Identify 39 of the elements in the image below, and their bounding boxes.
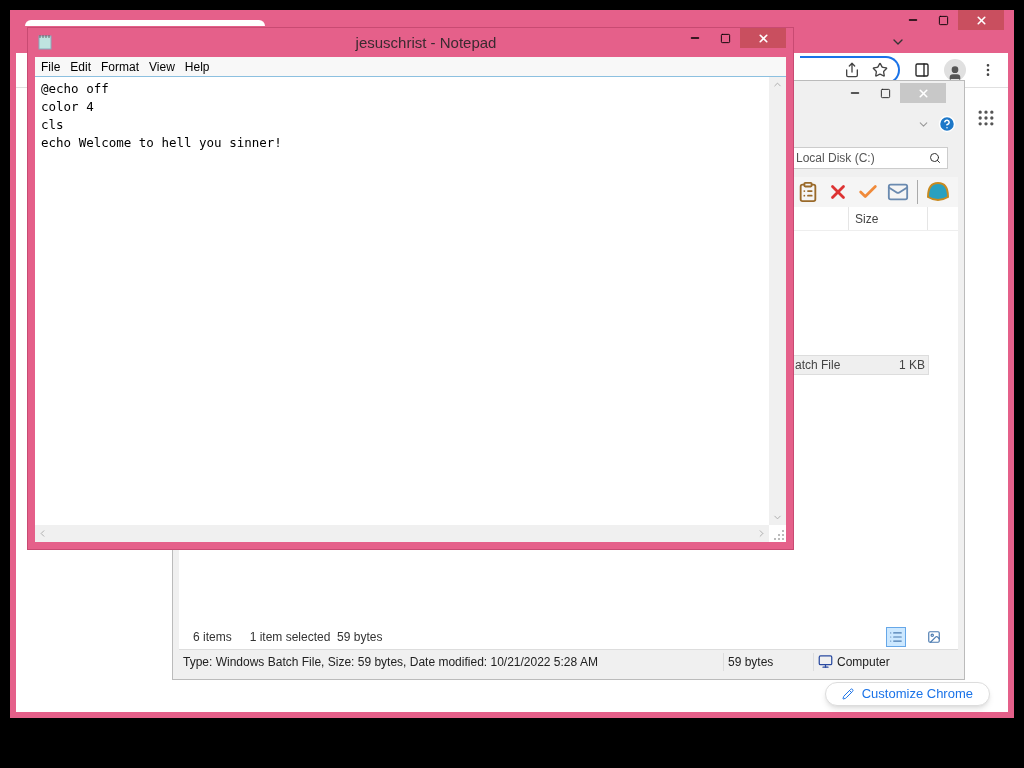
shell-icon[interactable]	[926, 181, 950, 203]
help-icon[interactable]	[938, 115, 956, 133]
search-field[interactable]: Local Disk (C:)	[794, 147, 948, 169]
file-row[interactable]: atch File 1 KB	[791, 355, 929, 375]
envelope-icon[interactable]	[887, 181, 909, 203]
details-view-button[interactable]	[886, 627, 906, 647]
maximize-icon	[879, 87, 891, 99]
pencil-icon	[841, 688, 854, 700]
image-icon	[927, 630, 941, 644]
selection-info: 1 item selected 59 bytes	[249, 629, 383, 646]
maximize-icon	[937, 14, 949, 26]
apps-grid-icon[interactable]	[976, 108, 996, 128]
close-button[interactable]	[740, 28, 786, 48]
column-header[interactable]: Size	[848, 207, 928, 230]
status-details: Type: Windows Batch File, Size: 59 bytes, Date modified: 10/21/2022 5:28 AM	[182, 653, 599, 671]
profile-avatar[interactable]	[944, 59, 966, 81]
menu-item[interactable]: File	[37, 57, 65, 76]
status-zone: Computer	[837, 653, 890, 671]
maximize-icon	[719, 32, 731, 44]
item-count: 6 items	[193, 629, 232, 646]
side-panel-icon[interactable]	[914, 62, 930, 78]
close-icon	[916, 86, 930, 100]
list-icon	[889, 630, 903, 644]
notepad-icon	[38, 34, 52, 50]
window-title: jesuschrist - Notepad	[355, 33, 497, 53]
close-button[interactable]	[958, 10, 1004, 30]
menu-item[interactable]: Format	[97, 57, 144, 76]
bookmark-star-icon[interactable]	[872, 62, 888, 78]
customize-chrome-button[interactable]: Customize Chrome	[824, 682, 990, 706]
menu-item[interactable]: Edit	[66, 57, 96, 76]
search-icon	[929, 152, 941, 164]
computer-icon	[818, 654, 833, 669]
share-icon[interactable]	[844, 62, 860, 78]
menu-item[interactable]: Help	[180, 57, 214, 76]
close-icon	[756, 31, 770, 45]
clipboard-icon[interactable]	[797, 181, 819, 203]
close-icon	[974, 13, 988, 27]
menu-item[interactable]: View	[145, 57, 179, 76]
status-size: 59 bytes	[723, 652, 813, 671]
